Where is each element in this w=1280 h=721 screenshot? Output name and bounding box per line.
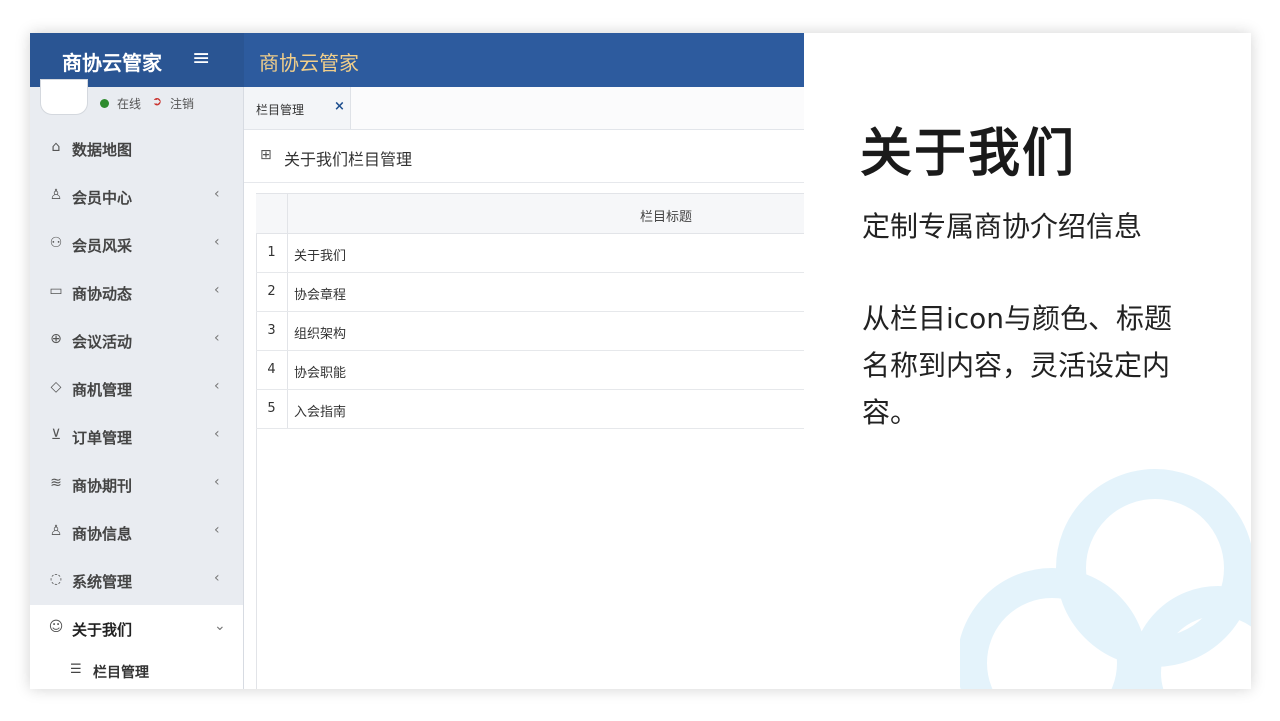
cloud-decoration-icon xyxy=(960,469,1251,689)
sidebar-item-label: 会员中心 xyxy=(72,189,133,207)
row-title: 关于我们 xyxy=(294,249,347,264)
person-icon: ♙ xyxy=(49,523,63,539)
sidebar-item-label: 系统管理 xyxy=(72,573,133,591)
sidebar-item-label: 订单管理 xyxy=(72,429,133,447)
sidebar-item-orders[interactable]: ⊻ 订单管理 ‹ xyxy=(30,413,243,461)
tab-label: 栏目管理 xyxy=(256,103,305,117)
row-index: 1 xyxy=(256,234,288,272)
grid-icon: ⊞ xyxy=(260,147,272,163)
logout-icon[interactable]: ➲ xyxy=(152,94,162,108)
chevron-left-icon: ‹ xyxy=(214,522,220,538)
row-title: 协会章程 xyxy=(294,288,347,303)
sidebar-item-label: 关于我们 xyxy=(72,621,133,639)
home-icon: ⌂ xyxy=(51,139,61,155)
online-status-icon xyxy=(100,99,109,108)
sidebar: 在线 ➲ 注销 ⌂ 数据地图 ♙ 会员中心 ‹ ⚇ 会员风采 ‹ ▭ 商协动态 xyxy=(30,79,244,689)
row-title: 协会职能 xyxy=(294,366,347,381)
list-icon: ☰ xyxy=(70,662,82,677)
sidebar-subitem-column-management[interactable]: ☰ 栏目管理 xyxy=(30,653,243,689)
user-panel: 在线 ➲ 注销 xyxy=(30,79,243,117)
chevron-left-icon: ‹ xyxy=(214,234,220,250)
chevron-left-icon: ‹ xyxy=(214,474,220,490)
top-bar: 商协云管家 ≡ 商协云管家 xyxy=(30,33,804,87)
chevron-left-icon: ‹ xyxy=(214,282,220,298)
sidebar-item-system[interactable]: ◌ 系统管理 ‹ xyxy=(30,557,243,605)
table-row[interactable]: 2 协会章程 xyxy=(256,273,804,312)
avatar[interactable] xyxy=(40,79,88,115)
promo-subtitle: 定制专属商协介绍信息 xyxy=(862,210,1143,243)
layers-icon: ≋ xyxy=(50,475,62,491)
brand-name: 商协云管家 xyxy=(62,51,162,75)
sidebar-item-label: 会议活动 xyxy=(72,333,133,351)
sidebar-item-info[interactable]: ♙ 商协信息 ‹ xyxy=(30,509,243,557)
table-header-title: 栏目标题 xyxy=(639,210,692,225)
row-index: 5 xyxy=(256,390,288,428)
promo-title: 关于我们 xyxy=(860,124,1077,184)
message-icon: ▭ xyxy=(49,283,63,299)
tab-column-management[interactable]: 栏目管理 × xyxy=(244,87,351,129)
sidebar-item-member-showcase[interactable]: ⚇ 会员风采 ‹ xyxy=(30,221,243,269)
row-index: 4 xyxy=(256,351,288,389)
chevron-left-icon: ‹ xyxy=(214,426,220,442)
sidebar-item-data-map[interactable]: ⌂ 数据地图 xyxy=(30,125,243,173)
section-header: ⊞ 关于我们栏目管理 xyxy=(244,130,804,183)
sidebar-item-label: 会员风采 xyxy=(72,237,133,255)
sidebar-item-label: 商协动态 xyxy=(72,285,133,303)
sidebar-item-label: 数据地图 xyxy=(72,141,133,159)
sidebar-subitem-label: 栏目管理 xyxy=(93,665,149,681)
smile-icon: ☺ xyxy=(48,619,64,635)
globe-icon: ⊕ xyxy=(50,331,62,347)
table-row[interactable]: 3 组织架构 xyxy=(256,312,804,351)
sidebar-item-about[interactable]: ☺ 关于我们 ⌄ xyxy=(30,605,243,653)
row-title: 入会指南 xyxy=(294,405,347,420)
cart-icon: ⊻ xyxy=(50,427,62,443)
app-screenshot: 商协云管家 ≡ 商协云管家 在线 ➲ 注销 ⌂ 数据地图 ♙ 会员中心 ‹ ⚇ … xyxy=(30,33,804,689)
table-header: 栏目标题 xyxy=(256,194,804,234)
chevron-left-icon: ‹ xyxy=(214,378,220,394)
table-row[interactable]: 5 入会指南 xyxy=(256,390,804,429)
user-icon: ♙ xyxy=(49,187,63,203)
header-title: 商协云管家 xyxy=(259,51,359,75)
users-icon: ⚇ xyxy=(49,235,63,251)
table-header-index xyxy=(256,194,288,233)
sidebar-item-journal[interactable]: ≋ 商协期刊 ‹ xyxy=(30,461,243,509)
sidebar-item-news[interactable]: ▭ 商协动态 ‹ xyxy=(30,269,243,317)
tab-bar: 栏目管理 × xyxy=(244,87,804,130)
table-row[interactable]: 1 关于我们 xyxy=(256,234,804,273)
table-row[interactable]: 4 协会职能 xyxy=(256,351,804,390)
slide-card: 商协云管家 ≡ 商协云管家 在线 ➲ 注销 ⌂ 数据地图 ♙ 会员中心 ‹ ⚇ … xyxy=(30,33,1251,689)
row-index: 2 xyxy=(256,273,288,311)
row-index: 3 xyxy=(256,312,288,350)
chevron-left-icon: ‹ xyxy=(214,186,220,202)
close-icon[interactable]: × xyxy=(334,99,345,114)
sidebar-item-label: 商协期刊 xyxy=(72,477,133,495)
sidebar-item-label: 商机管理 xyxy=(72,381,133,399)
chat-icon: ◌ xyxy=(49,571,63,587)
column-table: 栏目标题 1 关于我们 2 协会章程 3 组织架构 4 协会职能 5 入会指南 xyxy=(256,193,804,429)
main-content: 栏目管理 × ⊞ 关于我们栏目管理 栏目标题 1 关于我们 2 协会章程 3 组… xyxy=(244,87,804,689)
chevron-left-icon: ‹ xyxy=(214,330,220,346)
online-status: 在线 xyxy=(117,97,142,111)
hamburger-icon[interactable]: ≡ xyxy=(192,46,210,71)
promo-body: 从栏目icon与颜色、标题名称到内容，灵活设定内容。 xyxy=(862,302,1173,429)
section-title: 关于我们栏目管理 xyxy=(284,150,413,169)
chevron-down-icon: ⌄ xyxy=(214,618,226,634)
sidebar-item-opportunities[interactable]: ◇ 商机管理 ‹ xyxy=(30,365,243,413)
chevron-left-icon: ‹ xyxy=(214,570,220,586)
sidebar-item-label: 商协信息 xyxy=(72,525,133,543)
sidebar-item-member-center[interactable]: ♙ 会员中心 ‹ xyxy=(30,173,243,221)
logout-link[interactable]: 注销 xyxy=(170,95,194,112)
sidebar-item-events[interactable]: ⊕ 会议活动 ‹ xyxy=(30,317,243,365)
row-title: 组织架构 xyxy=(294,327,347,342)
diamond-icon: ◇ xyxy=(50,379,62,395)
